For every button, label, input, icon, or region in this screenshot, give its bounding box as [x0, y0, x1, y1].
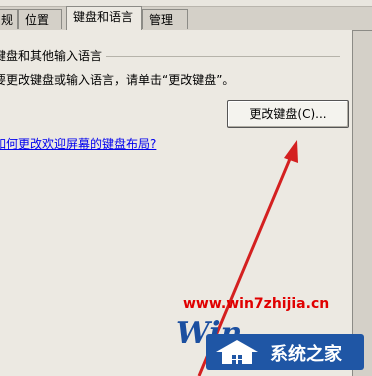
- house-icon: [216, 340, 258, 364]
- arrow-head: [284, 140, 298, 163]
- watermark-url: www.win7zhijia.cn: [183, 296, 330, 312]
- watermark-home-text: 系统之家: [270, 344, 342, 365]
